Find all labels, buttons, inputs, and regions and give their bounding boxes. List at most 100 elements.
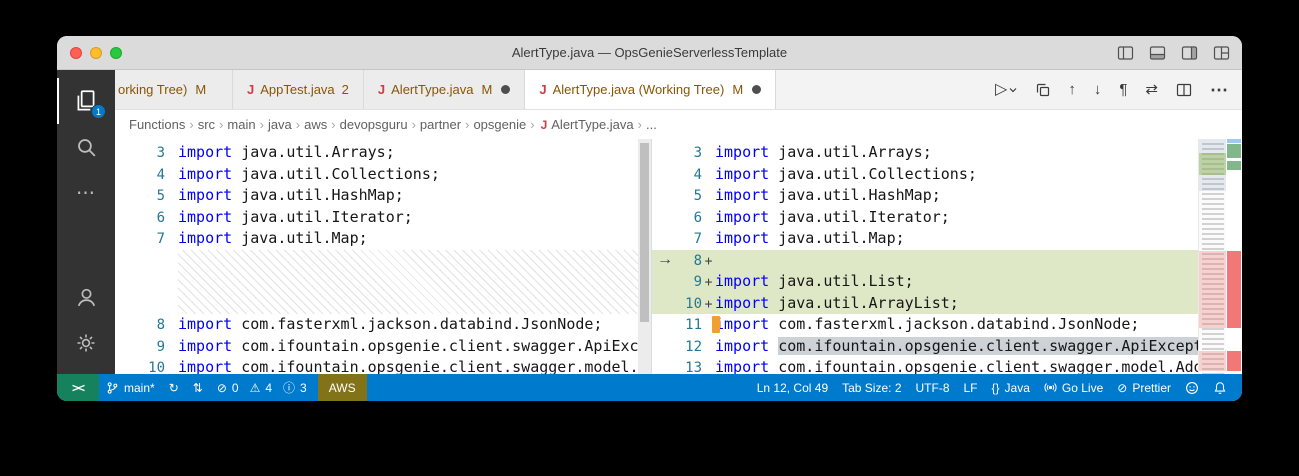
line-number[interactable]: 8 [115, 315, 165, 337]
notifications-bell-icon[interactable] [1206, 374, 1234, 401]
code-line[interactable]: 7 import java.util.Map; [652, 228, 1242, 250]
zoom-window-button[interactable] [110, 46, 122, 59]
feedback-icon[interactable] [1178, 374, 1206, 401]
code-line[interactable]: 5 import java.util.HashMap; [652, 185, 1242, 207]
run-java-button[interactable]: ▷ [995, 81, 1017, 98]
code-rest: java.util.Iterator; [232, 207, 413, 226]
go-live-button[interactable]: Go Live [1037, 374, 1110, 401]
explorer-files-icon[interactable]: 1 [57, 78, 115, 124]
line-number[interactable]: 5 [115, 186, 165, 208]
code-line[interactable]: 3 import java.util.Arrays; [652, 142, 1242, 164]
code-line[interactable]: 3 import java.util.Arrays; [115, 142, 651, 164]
toggle-sidebar-icon[interactable] [1117, 45, 1134, 60]
breadcrumb-item[interactable]: partner [420, 117, 461, 132]
code-line[interactable]: 11 import com.fasterxml.jackson.databind.… [652, 314, 1242, 336]
previous-change-button[interactable]: ↑ [1068, 82, 1076, 97]
code-line[interactable]: 13 import com.ifountain.opsgenie.client.s… [652, 357, 1242, 374]
line-number[interactable]: 10 [115, 358, 165, 374]
language-mode[interactable]: {} Java [985, 374, 1037, 401]
left-scrollbar-thumb[interactable] [640, 143, 649, 322]
code-line[interactable]: 9 import com.ifountain.opsgenie.client.sw… [115, 336, 651, 358]
diff-modified-pane[interactable]: → 3 import java.util.Arrays; 4 import java.… [652, 139, 1242, 374]
line-number[interactable]: 3 [115, 143, 165, 165]
line-number[interactable]: 12 [652, 337, 702, 359]
tab-apptest[interactable]: J AppTest.java 2 [233, 70, 364, 109]
tab-alerttype[interactable]: J AlertType.java M [363, 70, 526, 109]
line-number[interactable]: 13 [652, 358, 702, 374]
code-line[interactable]: 8 import com.fasterxml.jackson.databind.J… [115, 314, 651, 336]
left-scrollbar[interactable] [638, 139, 651, 374]
code-line[interactable]: 8 + [652, 249, 1242, 271]
problems-item[interactable]: ⊘ 0 ⚠ 4 ⓘ 3 [210, 374, 314, 401]
eol-indicator[interactable]: LF [957, 374, 985, 401]
code-line[interactable]: 6 import java.util.Iterator; [652, 207, 1242, 229]
breadcrumb-item[interactable]: java [268, 117, 292, 132]
cursor-position[interactable]: Ln 12, Col 49 [750, 374, 835, 401]
dirty-indicator[interactable] [501, 85, 511, 94]
titlebar[interactable]: AlertType.java — OpsGenieServerlessTempl… [57, 36, 1242, 70]
breadcrumb-item[interactable]: opsgenie [473, 117, 526, 132]
line-number[interactable]: 3 [652, 143, 702, 165]
line-number[interactable]: 4 [115, 165, 165, 187]
tab-size[interactable]: Tab Size: 2 [835, 374, 908, 401]
code-line[interactable]: 5 import java.util.HashMap; [115, 185, 651, 207]
prettier-icon: ⊘ [1117, 380, 1128, 395]
line-number[interactable]: 11 [652, 315, 702, 337]
tab-problems-badge: 2 [341, 82, 349, 97]
line-number[interactable]: 6 [115, 208, 165, 230]
prettier-item[interactable]: ⊘ Prettier [1110, 374, 1178, 401]
compare-changes-icon[interactable]: ⇅ [186, 374, 210, 401]
line-number[interactable]: 7 [652, 229, 702, 251]
toggle-secondary-sidebar-icon[interactable] [1181, 45, 1198, 60]
tab-working-tree-partial[interactable]: orking Tree) M [115, 70, 233, 109]
encoding[interactable]: UTF-8 [909, 374, 957, 401]
git-branch-item[interactable]: main* [99, 374, 162, 401]
line-number[interactable]: 9 [652, 272, 702, 294]
dirty-indicator[interactable] [752, 85, 762, 94]
remote-indicator[interactable]: >< [57, 374, 99, 401]
line-number[interactable]: 7 [115, 229, 165, 251]
code-line[interactable]: 4 import java.util.Collections; [652, 164, 1242, 186]
code-line[interactable]: 10 import com.ifountain.opsgenie.client.s… [115, 357, 651, 374]
open-changes-icon[interactable] [1035, 82, 1050, 97]
breadcrumb-item[interactable]: main [227, 117, 255, 132]
line-number[interactable]: 10 [652, 294, 702, 316]
toggle-whitespace-button[interactable]: ¶ [1119, 82, 1127, 97]
code-rest: java.util.ArrayList; [769, 293, 959, 312]
line-number[interactable]: 4 [652, 165, 702, 187]
code-line[interactable]: 7 import java.util.Map; [115, 228, 651, 250]
split-editor-button[interactable] [1176, 83, 1192, 97]
tab-alerttype-working-tree[interactable]: J AlertType.java (Working Tree) M [525, 70, 777, 109]
line-number[interactable]: 6 [652, 208, 702, 230]
line-number[interactable]: 9 [115, 337, 165, 359]
breadcrumb-file[interactable]: AlertType.java [551, 117, 633, 132]
search-icon[interactable] [57, 124, 115, 170]
toggle-panel-icon[interactable] [1149, 45, 1166, 60]
code-line[interactable]: 9 + import java.util.List; [652, 271, 1242, 293]
settings-gear-icon[interactable] [57, 320, 115, 366]
close-window-button[interactable] [70, 46, 82, 59]
breadcrumb-more[interactable]: ... [646, 117, 657, 132]
minimap[interactable] [1198, 139, 1226, 374]
code-line[interactable]: 12 import com.ifountain.opsgenie.client.s… [652, 336, 1242, 358]
breadcrumb-item[interactable]: aws [304, 117, 327, 132]
swap-diff-sides-button[interactable]: ⇄ [1145, 82, 1158, 97]
more-views-icon[interactable]: ⋯ [57, 170, 115, 216]
minimize-window-button[interactable] [90, 46, 102, 59]
code-rest: java.util.HashMap; [769, 186, 941, 204]
account-icon[interactable] [57, 274, 115, 320]
breadcrumb-item[interactable]: src [198, 117, 215, 132]
diff-original-pane[interactable]: 3 import java.util.Arrays; 4 import java.ut… [115, 139, 652, 374]
code-line[interactable]: 6 import java.util.Iterator; [115, 207, 651, 229]
customize-layout-icon[interactable] [1213, 45, 1230, 60]
sync-icon[interactable]: ↻ [162, 374, 186, 401]
more-actions-button[interactable]: ⋯ [1210, 81, 1228, 99]
breadcrumb-item[interactable]: Functions [129, 117, 185, 132]
aws-badge[interactable]: AWS [317, 374, 367, 401]
highlighted-text: com.ifountain.opsgenie.client.swagger.Ap… [778, 336, 1230, 355]
code-line[interactable]: 4 import java.util.Collections; [115, 164, 651, 186]
breadcrumb-item[interactable]: devopsguru [340, 117, 408, 132]
line-number[interactable]: 5 [652, 186, 702, 208]
next-change-button[interactable]: ↓ [1094, 82, 1102, 97]
code-line[interactable]: 10 + import java.util.ArrayList; [652, 292, 1242, 316]
